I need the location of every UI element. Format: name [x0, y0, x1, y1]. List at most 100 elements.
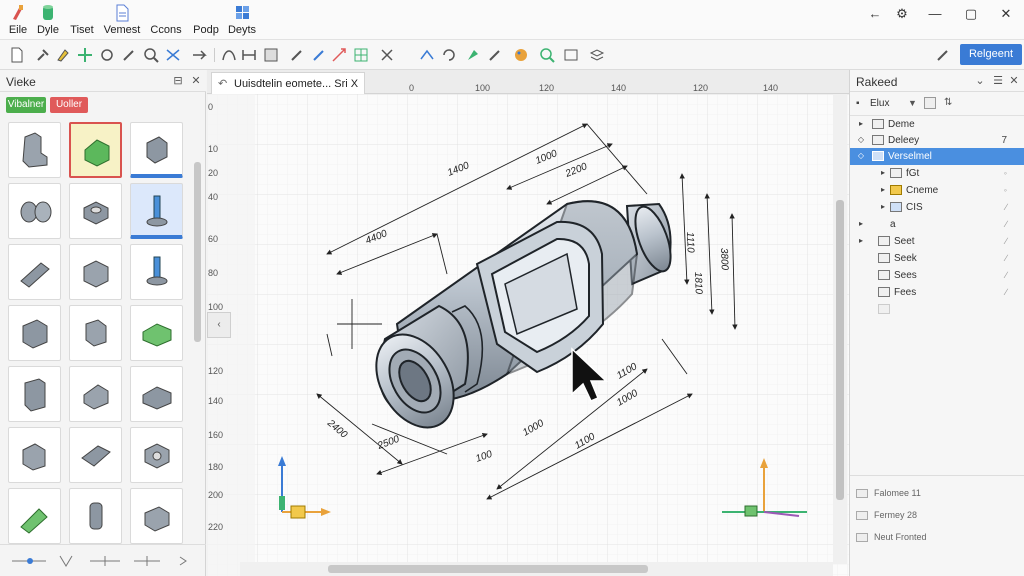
constraint-icons[interactable]	[10, 553, 190, 569]
menu-deyts[interactable]: Deyts	[212, 4, 272, 38]
scrollbar-thumb[interactable]	[328, 565, 648, 573]
move-icon[interactable]	[76, 46, 94, 64]
grid-icon[interactable]	[352, 46, 370, 64]
tree-node[interactable]: Sees ∕	[850, 267, 1024, 284]
expand-arrow-icon[interactable]: ▸	[856, 236, 866, 246]
expand-arrow-icon[interactable]: ▸	[878, 202, 888, 212]
layer-row[interactable]: Falomee 11	[856, 488, 921, 502]
search-icon[interactable]	[142, 46, 160, 64]
part-thumbnail-active[interactable]	[130, 183, 183, 239]
dock-icon[interactable]: ⊟	[172, 75, 184, 87]
part-thumbnail[interactable]	[69, 244, 122, 300]
tree-node[interactable]: ◇ Deleey 7	[850, 132, 1024, 149]
visibility-icon[interactable]: ∕	[1005, 253, 1007, 263]
library-scrollbar[interactable]	[193, 122, 202, 552]
part-thumbnail[interactable]	[8, 427, 61, 483]
filter-chip-valid[interactable]: Vibalner	[6, 97, 46, 113]
back-icon[interactable]: ←	[866, 6, 884, 22]
scissors-icon[interactable]	[164, 46, 182, 64]
part-thumbnail[interactable]	[130, 488, 183, 544]
fill-icon[interactable]	[464, 46, 482, 64]
close-icon[interactable]: ✕	[190, 75, 202, 87]
visibility-icon[interactable]: ∕	[1005, 219, 1007, 229]
tree-node[interactable]	[850, 301, 1024, 318]
maximize-button[interactable]: ▢	[962, 6, 980, 22]
tree-node[interactable]: ▸ Seet ∕	[850, 233, 1024, 250]
part-thumbnail[interactable]	[8, 488, 61, 544]
list-icon[interactable]: ☰	[992, 75, 1004, 87]
layers-icon[interactable]	[588, 46, 606, 64]
expand-arrow-icon[interactable]: ◇	[856, 135, 866, 145]
tree-node[interactable]: ▸ a ∕	[850, 216, 1024, 233]
part-thumbnail[interactable]	[69, 305, 122, 361]
expand-arrow-icon[interactable]: ▸	[856, 119, 866, 129]
edit-icon[interactable]	[934, 46, 952, 64]
tree-node[interactable]: ▸ fGt ◦	[850, 165, 1024, 182]
sort-icon[interactable]: ⇅	[944, 97, 952, 108]
expand-arrow-icon[interactable]: ▸	[878, 185, 888, 195]
settings-icon[interactable]: ⚙	[893, 6, 911, 22]
register-button[interactable]: Relgeent	[960, 44, 1022, 65]
frame-icon[interactable]	[262, 46, 280, 64]
expand-arrow-icon[interactable]: ▸	[878, 168, 888, 178]
trim-icon[interactable]	[418, 46, 436, 64]
tools-icon[interactable]	[378, 46, 396, 64]
pen-icon[interactable]	[288, 46, 306, 64]
part-thumbnail[interactable]	[8, 244, 61, 300]
part-thumbnail[interactable]	[69, 366, 122, 422]
visibility-icon[interactable]: ◦	[1004, 168, 1007, 178]
visibility-icon[interactable]: ∕	[1005, 270, 1007, 280]
visibility-icon[interactable]: ∕	[1005, 287, 1007, 297]
tree-node[interactable]: Seek ∕	[850, 250, 1024, 267]
part-thumbnail[interactable]	[8, 122, 61, 178]
tree-node[interactable]: ▸ Deme	[850, 116, 1024, 133]
cad-drawing[interactable]: 0	[207, 94, 849, 576]
part-thumbnail[interactable]	[8, 305, 61, 361]
filter-toggle-icon[interactable]	[924, 97, 936, 109]
new-file-icon[interactable]	[8, 46, 26, 64]
arrow-right-icon[interactable]	[190, 46, 208, 64]
tree-node[interactable]: ▸ Cneme ◦	[850, 182, 1024, 199]
part-thumbnail[interactable]	[130, 122, 183, 178]
part-thumbnail[interactable]	[8, 366, 61, 422]
highlighter-icon[interactable]	[54, 46, 72, 64]
brush-icon[interactable]	[120, 46, 138, 64]
part-thumbnail-selected[interactable]	[69, 122, 122, 178]
part-thumbnail[interactable]	[69, 427, 122, 483]
close-button[interactable]: ✕	[997, 6, 1015, 22]
chevron-down-icon[interactable]: ▼	[908, 98, 917, 108]
visibility-icon[interactable]: ∕	[1005, 202, 1007, 212]
part-thumbnail[interactable]	[130, 427, 183, 483]
chevron-down-icon[interactable]: ⌄	[974, 75, 986, 87]
rotate-icon[interactable]	[440, 46, 458, 64]
tree-node-selected[interactable]: ◇ Verselmel	[850, 148, 1024, 165]
filter-chip-other[interactable]: Uoller	[50, 97, 88, 113]
minimize-button[interactable]: —	[926, 6, 944, 22]
canvas-vertical-scrollbar[interactable]	[833, 94, 847, 564]
panel-icon[interactable]	[562, 46, 580, 64]
scale-icon[interactable]	[330, 46, 348, 64]
measure-icon[interactable]	[240, 46, 258, 64]
part-thumbnail[interactable]	[8, 183, 61, 239]
scrollbar-thumb[interactable]	[194, 162, 201, 342]
visibility-icon[interactable]: ∕	[1005, 236, 1007, 246]
expand-arrow-icon[interactable]: ◇	[856, 151, 866, 161]
expand-arrow-icon[interactable]: ▸	[856, 219, 866, 229]
palette-icon[interactable]	[512, 46, 530, 64]
scrollbar-thumb[interactable]	[836, 200, 844, 500]
grab-icon[interactable]	[98, 46, 116, 64]
close-icon[interactable]: ✕	[1008, 75, 1020, 87]
part-thumbnail[interactable]	[69, 183, 122, 239]
filter-dropdown[interactable]: Elux	[870, 98, 889, 109]
zoom-icon[interactable]	[538, 46, 556, 64]
magic-icon[interactable]	[486, 46, 504, 64]
tree-node[interactable]: ▸ CIS ∕	[850, 199, 1024, 216]
curve-icon[interactable]	[220, 46, 238, 64]
part-thumbnail[interactable]	[130, 366, 183, 422]
visibility-icon[interactable]: ◦	[1004, 185, 1007, 195]
layer-row[interactable]: Fermey 28	[856, 510, 917, 524]
tree-node[interactable]: Fees ∕	[850, 284, 1024, 301]
part-thumbnail[interactable]	[130, 244, 183, 300]
drawing-canvas[interactable]: 0	[207, 94, 849, 576]
part-thumbnail[interactable]	[69, 488, 122, 544]
